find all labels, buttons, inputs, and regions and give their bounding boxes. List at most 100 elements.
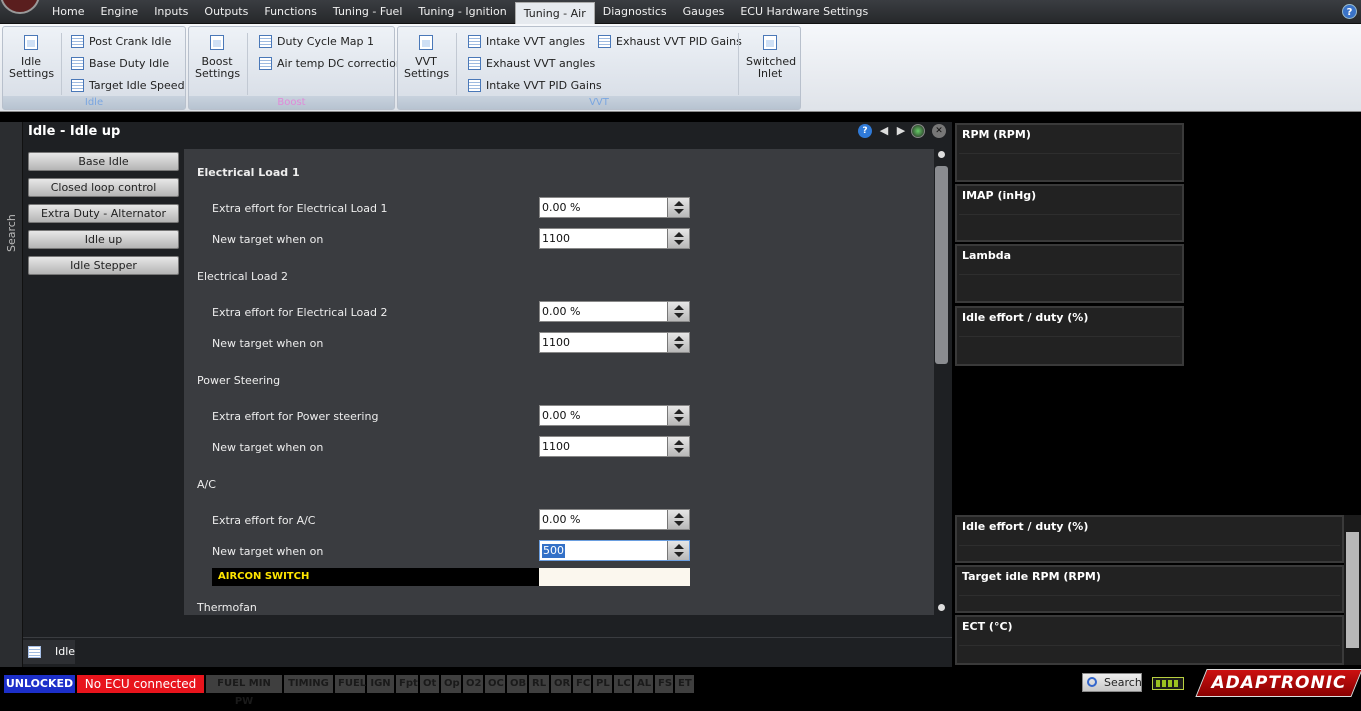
field-label: Extra effort for Electrical Load 2 [212, 306, 388, 319]
spinner-arrows-icon[interactable] [667, 229, 689, 248]
nav-idle-up[interactable]: Idle up [28, 230, 179, 249]
tab-home[interactable]: Home [44, 0, 92, 24]
tab-tuning-ignition[interactable]: Tuning - Ignition [410, 0, 514, 24]
exhaust-vvt-angles-button[interactable]: Exhaust VVT angles [468, 54, 595, 72]
scroll-down-icon[interactable] [938, 604, 945, 611]
effort-field[interactable]: 0.00 % [539, 197, 690, 218]
air-temp-dc-correction-button[interactable]: Air temp DC correction [259, 54, 403, 72]
group-label-idle: Idle [3, 96, 185, 109]
intake-vvt-angles-button[interactable]: Intake VVT angles [468, 32, 585, 50]
idle-settings-button[interactable]: Idle Settings [9, 35, 54, 80]
settings-icon [763, 35, 777, 50]
status-flag-ot: Ot [420, 675, 439, 693]
gauge-idle-effort-2[interactable]: Idle effort / duty (%) [955, 515, 1344, 563]
arrow-left-icon[interactable]: ◀ [877, 124, 891, 138]
field-label: Extra effort for Power steering [212, 410, 379, 423]
tab-gauges[interactable]: Gauges [675, 0, 733, 24]
idle-nav: Base Idle Closed loop control Extra Duty… [28, 152, 179, 282]
field-value: 1100 [542, 440, 570, 453]
section-title: Thermofan [197, 601, 257, 614]
spinner-arrows-icon[interactable] [667, 406, 689, 425]
target-field[interactable]: 500 [539, 540, 690, 561]
scrollbar-thumb[interactable] [935, 166, 948, 364]
exhaust-vvt-angles-label: Exhaust VVT angles [486, 56, 596, 70]
document-tab-idle[interactable]: Idle [23, 640, 75, 664]
close-icon[interactable]: ✕ [932, 124, 946, 138]
divider [61, 33, 62, 95]
spinner-arrows-icon[interactable] [667, 437, 689, 456]
status-flag-fc: FC [573, 675, 591, 693]
vvt-settings-label: VVT Settings [404, 55, 450, 80]
tab-engine[interactable]: Engine [92, 0, 146, 24]
gauge-icon[interactable] [911, 124, 925, 138]
help-icon[interactable]: ? [858, 124, 872, 138]
post-crank-idle-label: Post Crank Idle [89, 34, 172, 48]
ribbon: Idle Settings Post Crank Idle Base Duty … [0, 24, 1361, 112]
exhaust-vvt-pid-gains-button[interactable]: Exhaust VVT PID Gains [598, 32, 742, 50]
brand-logo: ADAPTRONIC [1195, 669, 1361, 697]
tab-diagnostics[interactable]: Diagnostics [595, 0, 675, 24]
nav-extra-duty-alternator[interactable]: Extra Duty - Alternator [28, 204, 179, 223]
status-flag-op: Op [441, 675, 461, 693]
status-flag-timing: TIMING [284, 675, 333, 693]
duty-cycle-map-button[interactable]: Duty Cycle Map 1 [259, 32, 374, 50]
spinner-arrows-icon[interactable] [667, 510, 689, 529]
gauge-imap[interactable]: IMAP (inHg) [955, 184, 1184, 242]
base-duty-idle-button[interactable]: Base Duty Idle [71, 54, 169, 72]
search-sidebar[interactable]: Search [0, 122, 23, 667]
gauge-divider [959, 645, 1340, 646]
spinner-arrows-icon[interactable] [667, 302, 689, 321]
gauge-target-idle-rpm[interactable]: Target idle RPM (RPM) [955, 565, 1344, 613]
tab-outputs[interactable]: Outputs [196, 0, 256, 24]
gauge-lambda[interactable]: Lambda [955, 244, 1184, 303]
effort-field[interactable]: 0.00 % [539, 301, 690, 322]
settings-icon [419, 35, 433, 50]
brand-logo-text: ADAPTRONIC [1211, 673, 1347, 693]
switched-inlet-button[interactable]: Switched Inlet [746, 35, 796, 80]
nav-idle-stepper[interactable]: Idle Stepper [28, 256, 179, 275]
nav-base-idle[interactable]: Base Idle [28, 152, 179, 171]
gauges-scrollbar-thumb[interactable] [1346, 532, 1359, 648]
gauge-label: Target idle RPM (RPM) [962, 570, 1101, 583]
base-duty-idle-label: Base Duty Idle [89, 56, 170, 70]
target-idle-speed-button[interactable]: Target Idle Speed [71, 76, 185, 94]
aircon-switch-field[interactable] [539, 568, 690, 586]
search-label: Search [5, 214, 18, 252]
field-label: New target when on [212, 337, 324, 350]
search-button[interactable]: Search [1082, 673, 1142, 692]
spinner-arrows-icon[interactable] [667, 198, 689, 217]
status-flag-o2: O2 [463, 675, 483, 693]
field-value: 0.00 % [542, 513, 581, 526]
boost-settings-button[interactable]: Boost Settings [195, 35, 240, 80]
target-field[interactable]: 1100 [539, 436, 690, 457]
post-crank-idle-button[interactable]: Post Crank Idle [71, 32, 171, 50]
tab-inputs[interactable]: Inputs [146, 0, 196, 24]
gauge-ect[interactable]: ECT (°C) [955, 615, 1344, 665]
gauge-idle-effort[interactable]: Idle effort / duty (%) [955, 306, 1184, 366]
status-flag-et: ET [675, 675, 694, 693]
ribbon-group-vvt: VVT Settings Intake VVT angles Exhaust V… [397, 26, 801, 110]
scroll-up-icon[interactable] [938, 151, 945, 158]
gauge-rpm[interactable]: RPM (RPM) [955, 123, 1184, 182]
nav-closed-loop-control[interactable]: Closed loop control [28, 178, 179, 197]
vvt-settings-button[interactable]: VVT Settings [404, 35, 450, 80]
table-icon [468, 78, 481, 92]
tab-functions[interactable]: Functions [256, 0, 325, 24]
spinner-arrows-icon[interactable] [667, 333, 689, 352]
spinner-arrows-icon[interactable] [667, 541, 689, 560]
tab-tuning-fuel[interactable]: Tuning - Fuel [325, 0, 411, 24]
divider [247, 33, 248, 95]
idle-up-panel: Idle - Idle up ? ◀ ▶ ✕ Base Idle Closed … [23, 122, 952, 637]
tab-tuning-air[interactable]: Tuning - Air [514, 2, 595, 24]
target-field[interactable]: 1100 [539, 228, 690, 249]
help-icon[interactable]: ? [1342, 4, 1357, 19]
effort-field[interactable]: 0.00 % [539, 509, 690, 530]
exhaust-vvt-pid-gains-label: Exhaust VVT PID Gains [616, 34, 742, 48]
tab-ecu-hardware-settings[interactable]: ECU Hardware Settings [732, 0, 876, 24]
aircon-switch-label: AIRCON SWITCH [212, 568, 539, 586]
intake-vvt-pid-gains-button[interactable]: Intake VVT PID Gains [468, 76, 602, 94]
arrow-right-icon[interactable]: ▶ [894, 124, 908, 138]
effort-field[interactable]: 0.00 % [539, 405, 690, 426]
target-field[interactable]: 1100 [539, 332, 690, 353]
field-label: New target when on [212, 441, 324, 454]
